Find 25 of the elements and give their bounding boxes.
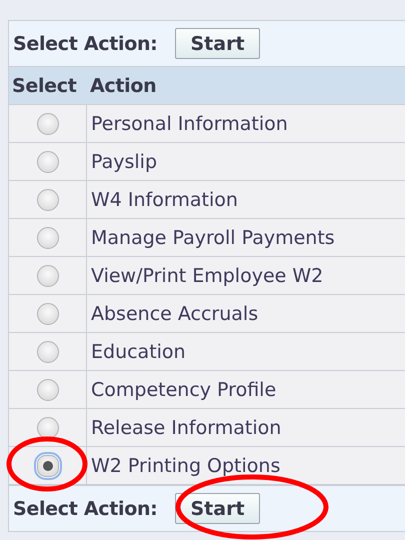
action-name: W2 Printing Options xyxy=(90,454,282,476)
action-name: Personal Information xyxy=(90,112,289,134)
select-action-label: Select Action: xyxy=(13,32,158,54)
action-name: Education xyxy=(90,340,187,362)
radio-button[interactable] xyxy=(36,264,58,286)
radio-button[interactable] xyxy=(36,188,58,210)
radio-button[interactable] xyxy=(36,150,58,172)
action-name: View/Print Employee W2 xyxy=(90,264,324,286)
radio-button[interactable] xyxy=(36,340,58,362)
action-name: Payslip xyxy=(90,150,158,172)
action-name: Manage Payroll Payments xyxy=(90,226,336,248)
column-header: Action xyxy=(89,74,158,96)
action-name: Absence Accruals xyxy=(90,302,260,324)
action-name: W4 Information xyxy=(90,188,239,210)
column-header: Select xyxy=(11,74,78,96)
radio-button[interactable] xyxy=(36,226,58,248)
select-action-label: Select Action: xyxy=(13,498,158,520)
radio-button[interactable] xyxy=(36,416,58,438)
radio-button[interactable] xyxy=(36,302,58,324)
action-name: Competency Profile xyxy=(90,378,278,400)
radio-button[interactable] xyxy=(36,112,58,134)
start-button[interactable]: Start xyxy=(175,28,260,59)
action-name: Release Information xyxy=(90,416,282,438)
radio-button[interactable] xyxy=(36,378,58,400)
start-button[interactable]: Start xyxy=(175,493,260,524)
